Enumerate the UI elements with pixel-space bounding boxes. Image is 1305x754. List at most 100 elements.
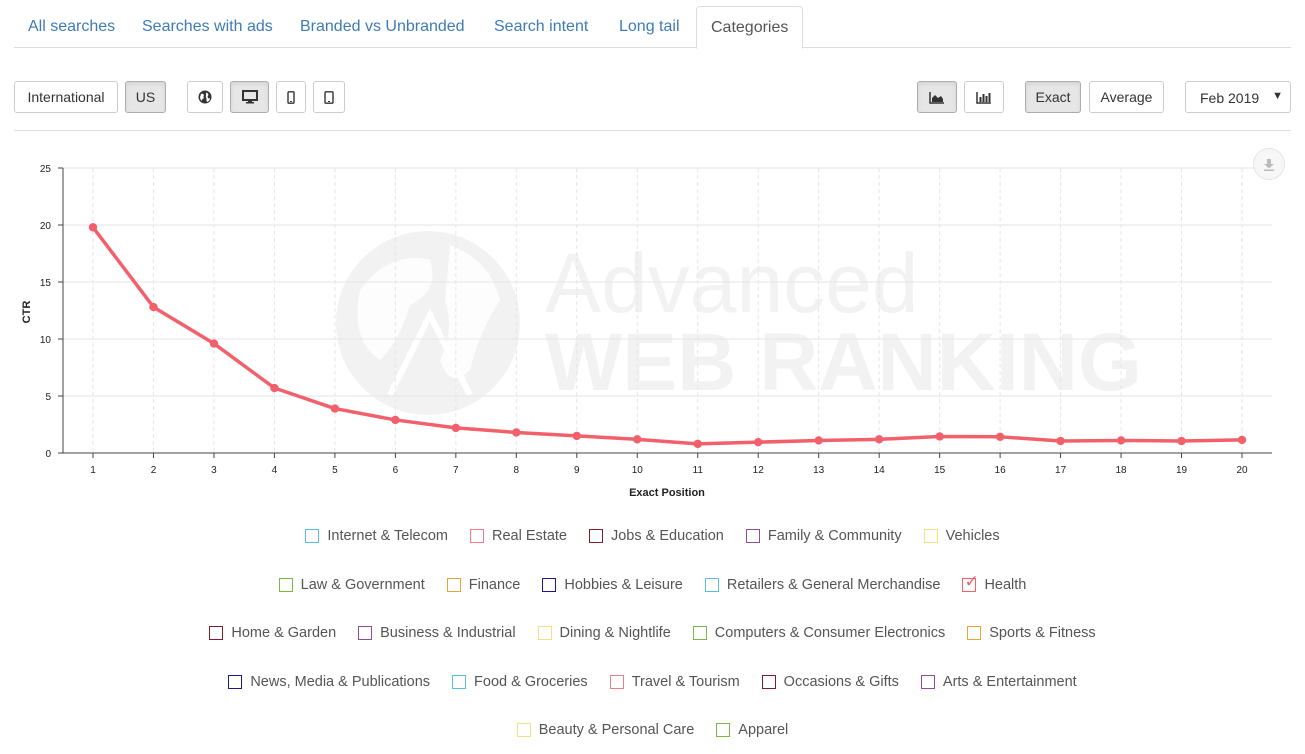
data-point bbox=[209, 339, 219, 348]
legend-item-beauty-personal-care[interactable]: Beauty & Personal Care bbox=[516, 722, 695, 738]
legend-checkbox[interactable] bbox=[588, 529, 603, 543]
legend-checkbox[interactable] bbox=[209, 626, 224, 640]
legend-label: Home & Garden bbox=[231, 625, 337, 641]
legend-item-real-estate[interactable]: Real Estate bbox=[470, 528, 567, 544]
tab-branded-vs-unbranded[interactable]: Branded vs Unbranded bbox=[286, 6, 479, 48]
legend-checkbox[interactable] bbox=[704, 578, 719, 592]
legend-checkbox[interactable] bbox=[923, 529, 938, 543]
y-tick-label: 15 bbox=[40, 278, 52, 289]
data-point bbox=[1116, 436, 1126, 445]
x-tick-label: 9 bbox=[574, 465, 580, 476]
tab-categories[interactable]: Categories bbox=[696, 6, 804, 49]
legend-checkbox[interactable] bbox=[920, 675, 935, 689]
legend-item-computers-consumer-electronics[interactable]: Computers & Consumer Electronics bbox=[692, 625, 946, 641]
x-tick-label: 14 bbox=[874, 465, 886, 476]
us-button[interactable]: US bbox=[125, 81, 166, 113]
legend-item-hobbies-leisure[interactable]: Hobbies & Leisure bbox=[542, 577, 683, 593]
legend-checkbox[interactable] bbox=[692, 626, 707, 640]
x-tick-label: 16 bbox=[995, 465, 1007, 476]
x-tick-label: 10 bbox=[632, 465, 644, 476]
legend-checkbox[interactable] bbox=[446, 578, 461, 592]
legend-item-arts-entertainment[interactable]: Arts & Entertainment bbox=[920, 674, 1077, 690]
data-point bbox=[814, 436, 823, 445]
legend-label: Occasions & Gifts bbox=[783, 674, 899, 690]
x-tick-label: 17 bbox=[1055, 465, 1067, 476]
legend-checkbox[interactable] bbox=[745, 529, 760, 543]
legend-item-vehicles[interactable]: Vehicles bbox=[923, 528, 1000, 544]
legend-checkbox[interactable] bbox=[967, 626, 982, 640]
legend-label: Hobbies & Leisure bbox=[564, 577, 683, 593]
legend-checkbox[interactable] bbox=[278, 578, 293, 592]
legend-checkbox[interactable] bbox=[542, 578, 557, 592]
download-chart-button[interactable] bbox=[1253, 148, 1285, 180]
legend-checkbox[interactable] bbox=[305, 529, 320, 543]
legend-label: Law & Government bbox=[300, 577, 425, 593]
legend-item-business-industrial[interactable]: Business & Industrial bbox=[358, 625, 516, 641]
exact-button[interactable]: Exact bbox=[1025, 81, 1081, 113]
desktop-button[interactable] bbox=[230, 81, 269, 113]
legend-item-finance[interactable]: Finance bbox=[446, 577, 520, 593]
legend-item-food-groceries[interactable]: Food & Groceries bbox=[452, 674, 588, 690]
x-tick-label: 20 bbox=[1236, 465, 1248, 476]
legend-label: Retailers & General Merchandise bbox=[726, 577, 941, 593]
globe-button[interactable] bbox=[187, 81, 223, 113]
legend-checkbox[interactable]: ✓ bbox=[962, 573, 979, 592]
legend-label: Health bbox=[984, 577, 1027, 593]
legend-checkbox[interactable] bbox=[452, 675, 467, 689]
legend-checkbox[interactable] bbox=[609, 675, 624, 689]
legend-item-news-media-publications[interactable]: News, Media & Publications bbox=[228, 674, 430, 690]
legend-checkbox[interactable] bbox=[516, 723, 531, 737]
legend-item-dining-nightlife[interactable]: Dining & Nightlife bbox=[537, 625, 671, 641]
data-point bbox=[391, 415, 400, 425]
mobile-button[interactable] bbox=[276, 81, 306, 113]
tablet-button[interactable] bbox=[313, 81, 345, 113]
desktop-icon bbox=[241, 90, 258, 104]
legend-item-family-community[interactable]: Family & Community bbox=[745, 528, 902, 544]
legend-checkbox[interactable] bbox=[470, 529, 485, 543]
tab-all-searches[interactable]: All searches bbox=[14, 6, 129, 48]
area-chart-button[interactable] bbox=[917, 81, 957, 113]
x-tick-label: 3 bbox=[211, 465, 217, 476]
legend-item-home-garden[interactable]: Home & Garden bbox=[209, 625, 336, 641]
legend-row: Law & Government Finance Hobbies & Leisure… bbox=[0, 573, 1305, 593]
legend-checkbox[interactable] bbox=[537, 626, 552, 640]
legend-checkbox[interactable] bbox=[228, 675, 243, 689]
data-point bbox=[1056, 436, 1065, 446]
legend-item-retailers-general-merchandise[interactable]: Retailers & General Merchandise bbox=[704, 577, 941, 593]
tab-searches-with-ads[interactable]: Searches with ads bbox=[128, 6, 287, 48]
legend-item-jobs-education[interactable]: Jobs & Education bbox=[588, 528, 724, 544]
data-point bbox=[633, 435, 642, 444]
legend-label: Computers & Consumer Electronics bbox=[714, 625, 946, 641]
data-point bbox=[451, 423, 461, 433]
legend-checkbox[interactable] bbox=[716, 723, 731, 737]
x-tick-label: 6 bbox=[393, 465, 399, 476]
watermark-line2: WEB RANKING bbox=[545, 317, 1142, 408]
legend-label: Family & Community bbox=[767, 528, 902, 544]
legend-item-internet-telecom[interactable]: Internet & Telecom bbox=[305, 528, 448, 544]
legend-item-apparel[interactable]: Apparel bbox=[716, 722, 788, 738]
data-point bbox=[995, 432, 1005, 442]
legend-item-sports-fitness[interactable]: Sports & Fitness bbox=[967, 625, 1096, 641]
legend-item-health[interactable]: ✓ Health bbox=[962, 573, 1027, 593]
data-point bbox=[572, 431, 581, 441]
x-axis-label: Exact Position bbox=[629, 487, 705, 499]
legend-item-law-government[interactable]: Law & Government bbox=[278, 577, 425, 593]
x-tick-label: 15 bbox=[934, 465, 946, 476]
legend-checkbox[interactable] bbox=[761, 675, 776, 689]
y-tick-label: 25 bbox=[40, 164, 52, 175]
legend-item-travel-tourism[interactable]: Travel & Tourism bbox=[609, 674, 740, 690]
y-axis-label: CTR bbox=[21, 301, 33, 324]
y-tick-label: 10 bbox=[40, 335, 52, 346]
average-button[interactable]: Average bbox=[1089, 81, 1164, 113]
tab-long-tail[interactable]: Long tail bbox=[605, 6, 694, 48]
legend-item-occasions-gifts[interactable]: Occasions & Gifts bbox=[761, 674, 899, 690]
legend-label: Beauty & Personal Care bbox=[538, 722, 695, 738]
international-button[interactable]: International bbox=[14, 81, 118, 113]
y-tick-label: 0 bbox=[45, 449, 51, 460]
tab-search-intent[interactable]: Search intent bbox=[480, 6, 602, 48]
legend-checkbox[interactable] bbox=[358, 626, 373, 640]
bar-chart-button[interactable] bbox=[964, 81, 1004, 113]
legend-label: Business & Industrial bbox=[380, 625, 516, 641]
x-tick-label: 7 bbox=[453, 465, 459, 476]
date-select[interactable]: Feb 2019 ▼ bbox=[1185, 81, 1291, 113]
